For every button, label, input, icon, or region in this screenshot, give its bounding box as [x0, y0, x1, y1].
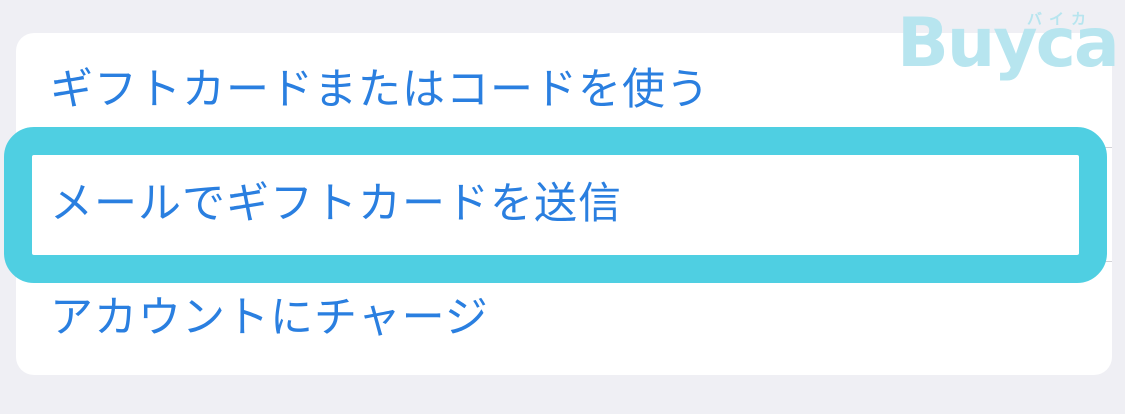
menu-item-send-gift-card-by-email[interactable]: メールでギフトカードを送信 — [16, 147, 1112, 261]
menu-item-add-funds[interactable]: アカウントにチャージ — [16, 261, 1112, 375]
menu-card: ギフトカードまたはコードを使う メールでギフトカードを送信 アカウントにチャージ — [16, 33, 1112, 375]
watermark-reading-text: バイカ — [1027, 10, 1094, 28]
menu-item-label: メールでギフトカードを送信 — [50, 178, 622, 229]
menu-item-redeem-gift-card[interactable]: ギフトカードまたはコードを使う — [16, 33, 1112, 147]
menu-item-label: ギフトカードまたはコードを使う — [50, 64, 710, 115]
menu-item-label: アカウントにチャージ — [50, 292, 489, 343]
